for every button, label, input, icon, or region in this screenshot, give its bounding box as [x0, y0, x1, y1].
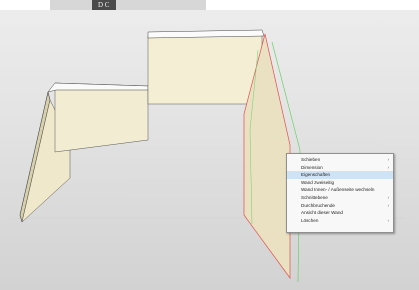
- menu-item-wand-zweiseitig[interactable]: Wand zweiseitig: [287, 179, 393, 187]
- menu-item-schnittebene[interactable]: Schnittebene ›: [287, 194, 393, 202]
- menu-item-loeschen[interactable]: Löschen ›: [287, 217, 393, 225]
- menu-item-schieben[interactable]: Schieben ›: [287, 156, 393, 164]
- chevron-right-icon: ›: [387, 164, 389, 170]
- menu-item-eigenschaften[interactable]: Eigenschaften: [287, 171, 393, 179]
- logo-text: D C: [98, 1, 110, 9]
- menu-item-wand-seite-wechseln[interactable]: Wand Innen- / Außenseite wechseln: [287, 186, 393, 194]
- menu-item-ansicht-dieser-wand[interactable]: Ansicht dieser Wand: [287, 209, 393, 217]
- chevron-right-icon: ›: [387, 202, 389, 208]
- wall-back-right: [147, 33, 263, 105]
- context-menu: Schieben › Dimension › Eigenschaften Wand …: [286, 153, 394, 233]
- chevron-right-icon: ›: [387, 217, 389, 223]
- menu-item-durchbruchende[interactable]: Durchbruchende ›: [287, 202, 393, 210]
- room-model: [15, 29, 405, 283]
- logo-strip: [50, 0, 206, 10]
- chevron-right-icon: ›: [387, 157, 389, 162]
- chevron-right-icon: ›: [387, 194, 389, 200]
- wall-back-left: [54, 82, 149, 153]
- 3d-viewport[interactable]: [0, 10, 419, 290]
- menu-item-dimension[interactable]: Dimension ›: [287, 164, 393, 172]
